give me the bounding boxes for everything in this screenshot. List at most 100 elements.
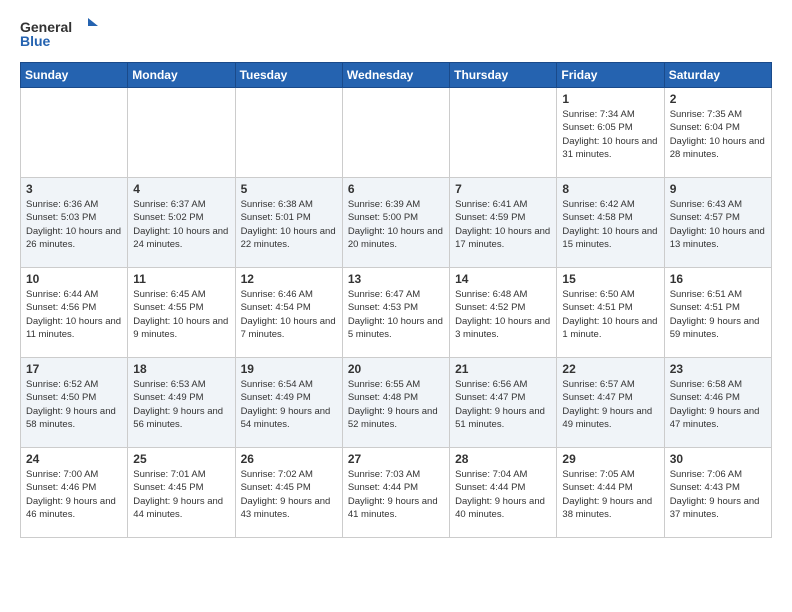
calendar-cell [235,88,342,178]
day-info: Sunrise: 6:53 AMSunset: 4:49 PMDaylight:… [133,378,229,431]
day-number: 19 [241,362,337,376]
day-number: 10 [26,272,122,286]
weekday-header-thursday: Thursday [450,63,557,88]
day-number: 17 [26,362,122,376]
calendar-cell: 20Sunrise: 6:55 AMSunset: 4:48 PMDayligh… [342,358,449,448]
day-number: 29 [562,452,658,466]
calendar-cell: 24 Sunrise: 7:00 AMSunset: 4:46 PMDayligh… [21,448,128,538]
day-number: 12 [241,272,337,286]
calendar-cell: 19 Sunrise: 6:54 AMSunset: 4:49 PMDayligh… [235,358,342,448]
day-info: Sunrise: 6:42 AMSunset: 4:58 PMDaylight:… [562,198,658,251]
calendar-cell [128,88,235,178]
logo: GeneralBlue [20,16,100,54]
calendar-cell: 23 Sunrise: 6:58 AMSunset: 4:46 PMDayligh… [664,358,771,448]
weekday-header-monday: Monday [128,63,235,88]
day-info: Sunrise: 6:36 AMSunset: 5:03 PMDaylight:… [26,198,122,251]
day-number: 22 [562,362,658,376]
weekday-header-tuesday: Tuesday [235,63,342,88]
weekday-header-friday: Friday [557,63,664,88]
day-number: 1 [562,92,658,106]
calendar-cell: 28Sunrise: 7:04 AMSunset: 4:44 PMDayligh… [450,448,557,538]
day-number: 4 [133,182,229,196]
weekday-header-wednesday: Wednesday [342,63,449,88]
day-number: 5 [241,182,337,196]
calendar-cell: 16 Sunrise: 6:51 AMSunset: 4:51 PMDayligh… [664,268,771,358]
day-info: Sunrise: 7:06 AMSunset: 4:43 PMDaylight:… [670,468,766,521]
day-number: 15 [562,272,658,286]
calendar-cell: 26 Sunrise: 7:02 AMSunset: 4:45 PMDayligh… [235,448,342,538]
calendar-cell: 18Sunrise: 6:53 AMSunset: 4:49 PMDayligh… [128,358,235,448]
page-header: GeneralBlue [20,16,772,54]
calendar-cell: 22 Sunrise: 6:57 AMSunset: 4:47 PMDayligh… [557,358,664,448]
calendar-cell: 25 Sunrise: 7:01 AMSunset: 4:45 PMDayligh… [128,448,235,538]
day-info: Sunrise: 6:41 AMSunset: 4:59 PMDaylight:… [455,198,551,251]
day-info: Sunrise: 7:00 AMSunset: 4:46 PMDaylight:… [26,468,122,521]
logo-svg: GeneralBlue [20,16,100,54]
day-number: 28 [455,452,551,466]
day-number: 23 [670,362,766,376]
calendar-cell: 15 Sunrise: 6:50 AMSunset: 4:51 PMDayligh… [557,268,664,358]
day-number: 14 [455,272,551,286]
calendar-cell: 7 Sunrise: 6:41 AMSunset: 4:59 PMDaylight… [450,178,557,268]
day-number: 3 [26,182,122,196]
day-number: 6 [348,182,444,196]
day-number: 30 [670,452,766,466]
day-info: Sunrise: 6:39 AMSunset: 5:00 PMDaylight:… [348,198,444,251]
day-number: 21 [455,362,551,376]
calendar-cell: 1Sunrise: 7:34 AMSunset: 6:05 PMDaylight… [557,88,664,178]
calendar-cell: 29 Sunrise: 7:05 AMSunset: 4:44 PMDayligh… [557,448,664,538]
day-info: Sunrise: 7:02 AMSunset: 4:45 PMDaylight:… [241,468,337,521]
day-info: Sunrise: 6:51 AMSunset: 4:51 PMDaylight:… [670,288,766,341]
calendar-table: SundayMondayTuesdayWednesdayThursdayFrid… [20,62,772,538]
day-info: Sunrise: 6:48 AMSunset: 4:52 PMDaylight:… [455,288,551,341]
day-info: Sunrise: 7:35 AMSunset: 6:04 PMDaylight:… [670,108,766,161]
day-info: Sunrise: 7:01 AMSunset: 4:45 PMDaylight:… [133,468,229,521]
day-number: 25 [133,452,229,466]
day-info: Sunrise: 6:55 AMSunset: 4:48 PMDaylight:… [348,378,444,431]
day-info: Sunrise: 6:56 AMSunset: 4:47 PMDaylight:… [455,378,551,431]
calendar-row-3: 10Sunrise: 6:44 AMSunset: 4:56 PMDayligh… [21,268,772,358]
calendar-cell: 30 Sunrise: 7:06 AMSunset: 4:43 PMDayligh… [664,448,771,538]
day-number: 24 [26,452,122,466]
day-number: 26 [241,452,337,466]
day-number: 7 [455,182,551,196]
calendar-row-4: 17 Sunrise: 6:52 AMSunset: 4:50 PMDayligh… [21,358,772,448]
calendar-row-5: 24 Sunrise: 7:00 AMSunset: 4:46 PMDayligh… [21,448,772,538]
calendar-cell: 27 Sunrise: 7:03 AMSunset: 4:44 PMDayligh… [342,448,449,538]
day-info: Sunrise: 6:58 AMSunset: 4:46 PMDaylight:… [670,378,766,431]
calendar-row-2: 3 Sunrise: 6:36 AMSunset: 5:03 PMDaylight… [21,178,772,268]
calendar-row-1: 1Sunrise: 7:34 AMSunset: 6:05 PMDaylight… [21,88,772,178]
calendar-cell: 11 Sunrise: 6:45 AMSunset: 4:55 PMDayligh… [128,268,235,358]
day-info: Sunrise: 6:52 AMSunset: 4:50 PMDaylight:… [26,378,122,431]
day-info: Sunrise: 6:38 AMSunset: 5:01 PMDaylight:… [241,198,337,251]
day-number: 13 [348,272,444,286]
day-info: Sunrise: 6:46 AMSunset: 4:54 PMDaylight:… [241,288,337,341]
calendar-cell: 14 Sunrise: 6:48 AMSunset: 4:52 PMDayligh… [450,268,557,358]
calendar-cell: 17 Sunrise: 6:52 AMSunset: 4:50 PMDayligh… [21,358,128,448]
day-info: Sunrise: 6:54 AMSunset: 4:49 PMDaylight:… [241,378,337,431]
day-number: 27 [348,452,444,466]
calendar-cell: 13 Sunrise: 6:47 AMSunset: 4:53 PMDayligh… [342,268,449,358]
day-number: 2 [670,92,766,106]
weekday-header-sunday: Sunday [21,63,128,88]
calendar-cell: 2 Sunrise: 7:35 AMSunset: 6:04 PMDaylight… [664,88,771,178]
calendar-cell [342,88,449,178]
day-info: Sunrise: 6:50 AMSunset: 4:51 PMDaylight:… [562,288,658,341]
calendar-cell [450,88,557,178]
calendar-cell: 21 Sunrise: 6:56 AMSunset: 4:47 PMDayligh… [450,358,557,448]
weekday-header-row: SundayMondayTuesdayWednesdayThursdayFrid… [21,63,772,88]
day-info: Sunrise: 6:47 AMSunset: 4:53 PMDaylight:… [348,288,444,341]
calendar-cell: 9Sunrise: 6:43 AMSunset: 4:57 PMDaylight… [664,178,771,268]
day-info: Sunrise: 6:45 AMSunset: 4:55 PMDaylight:… [133,288,229,341]
weekday-header-saturday: Saturday [664,63,771,88]
calendar-cell: 4Sunrise: 6:37 AMSunset: 5:02 PMDaylight… [128,178,235,268]
day-number: 8 [562,182,658,196]
day-number: 11 [133,272,229,286]
day-info: Sunrise: 6:43 AMSunset: 4:57 PMDaylight:… [670,198,766,251]
calendar-cell: 3 Sunrise: 6:36 AMSunset: 5:03 PMDaylight… [21,178,128,268]
calendar-cell: 10Sunrise: 6:44 AMSunset: 4:56 PMDayligh… [21,268,128,358]
day-number: 16 [670,272,766,286]
day-info: Sunrise: 7:05 AMSunset: 4:44 PMDaylight:… [562,468,658,521]
day-info: Sunrise: 7:03 AMSunset: 4:44 PMDaylight:… [348,468,444,521]
day-info: Sunrise: 6:57 AMSunset: 4:47 PMDaylight:… [562,378,658,431]
